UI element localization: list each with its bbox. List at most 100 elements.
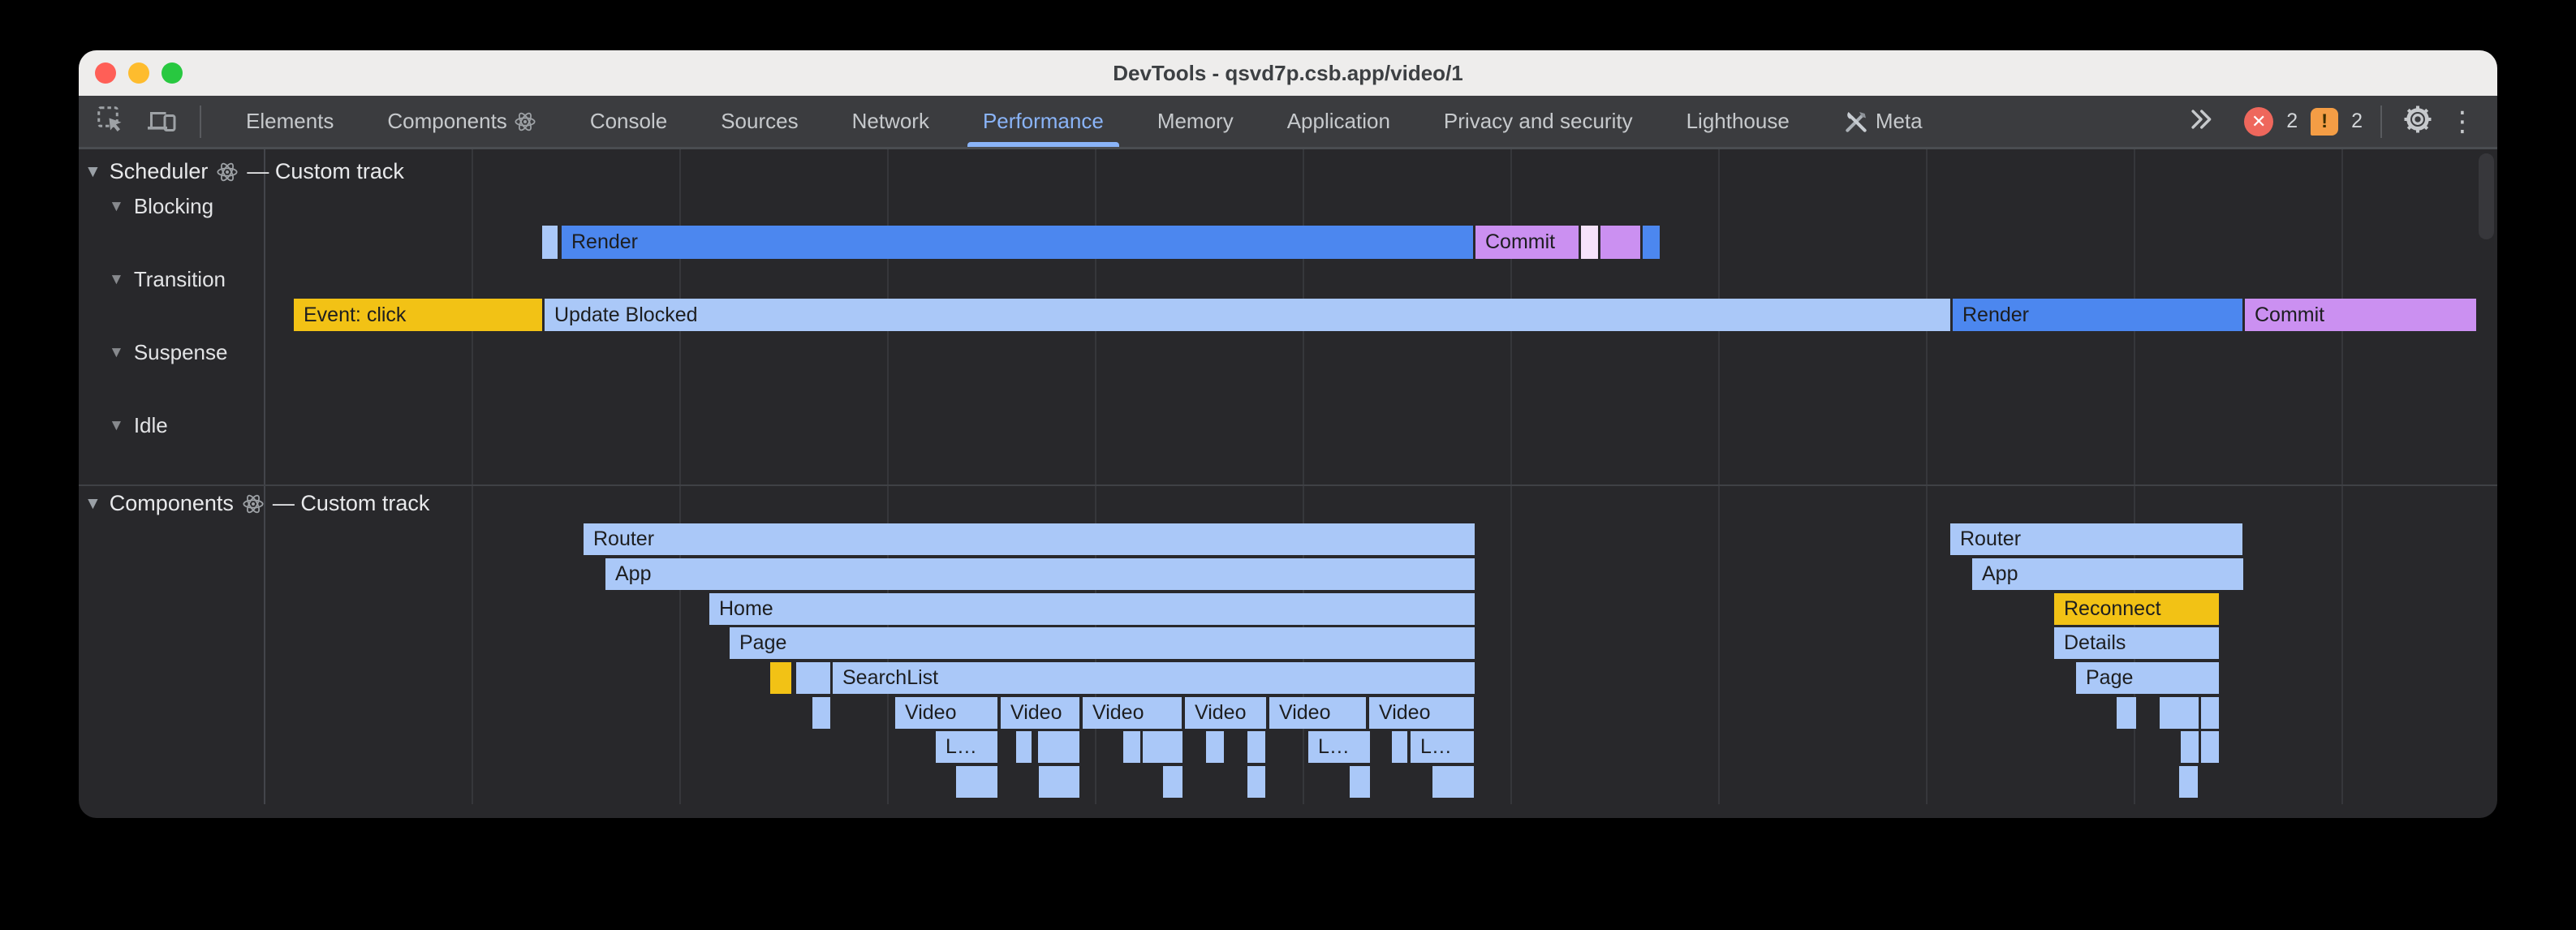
- flame-bar-searchlist[interactable]: SearchList: [833, 662, 1475, 694]
- error-count[interactable]: 2: [2286, 110, 2298, 133]
- flame-bar[interactable]: [1123, 731, 1140, 763]
- flame-bar[interactable]: [2181, 731, 2199, 763]
- flame-bar[interactable]: [542, 226, 558, 259]
- tab-meta[interactable]: Meta: [1816, 96, 1949, 147]
- lane-label-transition[interactable]: ▼Transition: [109, 267, 226, 292]
- flame-bar[interactable]: [956, 766, 997, 798]
- flame-bar-commit[interactable]: Commit: [2245, 299, 2476, 331]
- toolbar-left-icons: [79, 105, 219, 138]
- flame-bar[interactable]: [1247, 731, 1265, 763]
- more-tabs-icon[interactable]: [2187, 105, 2215, 137]
- tab-label: Lighthouse: [1686, 109, 1790, 134]
- flame-bar-video[interactable]: Video: [1185, 697, 1266, 729]
- inspect-element-icon[interactable]: [96, 105, 125, 138]
- flame-bar-page[interactable]: Page: [730, 627, 1475, 659]
- track-suffix: — Custom track: [273, 491, 430, 516]
- collapse-triangle-icon[interactable]: ▼: [109, 198, 124, 216]
- flame-bar[interactable]: [770, 662, 791, 694]
- warning-count[interactable]: 2: [2351, 110, 2363, 133]
- close-window-button[interactable]: [95, 62, 116, 84]
- flame-bar[interactable]: [1392, 731, 1407, 763]
- flame-bar[interactable]: [1350, 766, 1370, 798]
- tab-elements[interactable]: Elements: [219, 96, 360, 147]
- warning-badge-icon[interactable]: !: [2311, 108, 2338, 136]
- tab-performance[interactable]: Performance: [956, 96, 1131, 147]
- flame-bar-event-click[interactable]: Event: click: [294, 299, 542, 331]
- flame-bar-l-[interactable]: L…: [936, 731, 997, 763]
- flame-bar[interactable]: [1039, 766, 1079, 798]
- collapse-triangle-icon[interactable]: ▼: [109, 344, 124, 362]
- flame-bar-router[interactable]: Router: [584, 523, 1475, 555]
- track-header-scheduler[interactable]: ▼Scheduler— Custom track: [84, 159, 404, 184]
- tab-sources[interactable]: Sources: [694, 96, 825, 147]
- toolbar-right-cluster: ✕ 2 ! 2 ⋮: [2187, 101, 2497, 141]
- tab-privacy-and-security[interactable]: Privacy and security: [1417, 96, 1660, 147]
- error-badge-icon[interactable]: ✕: [2244, 107, 2273, 136]
- track-name: Components: [110, 491, 234, 516]
- label-gutter-divider: [264, 149, 265, 804]
- vertical-scrollbar-thumb[interactable]: [2479, 153, 2494, 239]
- tab-label: Application: [1287, 109, 1390, 134]
- flame-bar[interactable]: [1206, 731, 1224, 763]
- collapse-triangle-icon[interactable]: ▼: [84, 494, 101, 514]
- flame-bar-home[interactable]: Home: [709, 593, 1475, 625]
- tab-application[interactable]: Application: [1260, 96, 1417, 147]
- flame-bar[interactable]: [1163, 766, 1182, 798]
- tab-label: Sources: [721, 109, 798, 134]
- flame-bar-page[interactable]: Page: [2076, 662, 2219, 694]
- tab-lighthouse[interactable]: Lighthouse: [1660, 96, 1816, 147]
- collapse-triangle-icon[interactable]: ▼: [109, 271, 124, 289]
- device-toolbar-icon[interactable]: [146, 105, 179, 138]
- flame-bar-commit[interactable]: Commit: [1475, 226, 1579, 259]
- flame-bar-app[interactable]: App: [605, 558, 1475, 590]
- zoom-window-button[interactable]: [162, 62, 183, 84]
- flame-bar[interactable]: [2201, 731, 2219, 763]
- flame-bar-update-blocked[interactable]: Update Blocked: [545, 299, 1950, 331]
- flame-bar-render[interactable]: Render: [1953, 299, 2242, 331]
- flame-bar[interactable]: [1581, 226, 1598, 259]
- flame-bar-router[interactable]: Router: [1950, 523, 2242, 555]
- minimize-window-button[interactable]: [128, 62, 149, 84]
- timeline-gridline: [472, 149, 473, 804]
- flame-bar[interactable]: [1643, 226, 1660, 259]
- flame-bar[interactable]: [1143, 731, 1182, 763]
- flame-bar-app[interactable]: App: [1972, 558, 2243, 590]
- react-atom-icon: [242, 493, 265, 515]
- tab-label: Performance: [983, 109, 1104, 134]
- flame-bar-video[interactable]: Video: [1001, 697, 1079, 729]
- tab-network[interactable]: Network: [825, 96, 956, 147]
- collapse-triangle-icon[interactable]: ▼: [84, 162, 101, 182]
- settings-gear-icon[interactable]: [2400, 101, 2436, 141]
- lane-label-blocking[interactable]: ▼Blocking: [109, 194, 213, 219]
- tab-components[interactable]: Components: [360, 96, 562, 147]
- flame-bar-reconnect[interactable]: Reconnect: [2054, 593, 2219, 625]
- flame-bar[interactable]: [1600, 226, 1640, 259]
- flame-bar[interactable]: [2117, 697, 2136, 729]
- flame-bar-video[interactable]: Video: [1083, 697, 1182, 729]
- flame-bar-video[interactable]: Video: [1369, 697, 1474, 729]
- flame-bar[interactable]: [2201, 697, 2219, 729]
- flame-bar[interactable]: [1432, 766, 1474, 798]
- collapse-triangle-icon[interactable]: ▼: [109, 417, 124, 435]
- flame-bar[interactable]: [796, 662, 830, 694]
- flame-bar-details[interactable]: Details: [2054, 627, 2219, 659]
- flame-bar[interactable]: [2160, 697, 2199, 729]
- flame-bar[interactable]: [812, 697, 830, 729]
- tab-memory[interactable]: Memory: [1131, 96, 1260, 147]
- track-header-components[interactable]: ▼ Components — Custom track: [84, 491, 429, 516]
- track-suffix: — Custom track: [247, 159, 404, 184]
- flame-bar[interactable]: [2179, 766, 2198, 798]
- flame-bar[interactable]: [1247, 766, 1265, 798]
- flame-bar-video[interactable]: Video: [1269, 697, 1366, 729]
- flame-bar[interactable]: [1016, 731, 1032, 763]
- hammer-wrench-icon: [1843, 109, 1869, 135]
- flame-bar-l-[interactable]: L…: [1308, 731, 1370, 763]
- tab-console[interactable]: Console: [563, 96, 694, 147]
- flame-bar[interactable]: [1038, 731, 1079, 763]
- lane-label-idle[interactable]: ▼Idle: [109, 413, 168, 438]
- flame-bar-l-[interactable]: L…: [1411, 731, 1474, 763]
- flame-bar-video[interactable]: Video: [895, 697, 997, 729]
- flame-bar-render[interactable]: Render: [562, 226, 1473, 259]
- lane-label-suspense[interactable]: ▼Suspense: [109, 340, 227, 365]
- kebab-menu-icon[interactable]: ⋮: [2449, 108, 2476, 136]
